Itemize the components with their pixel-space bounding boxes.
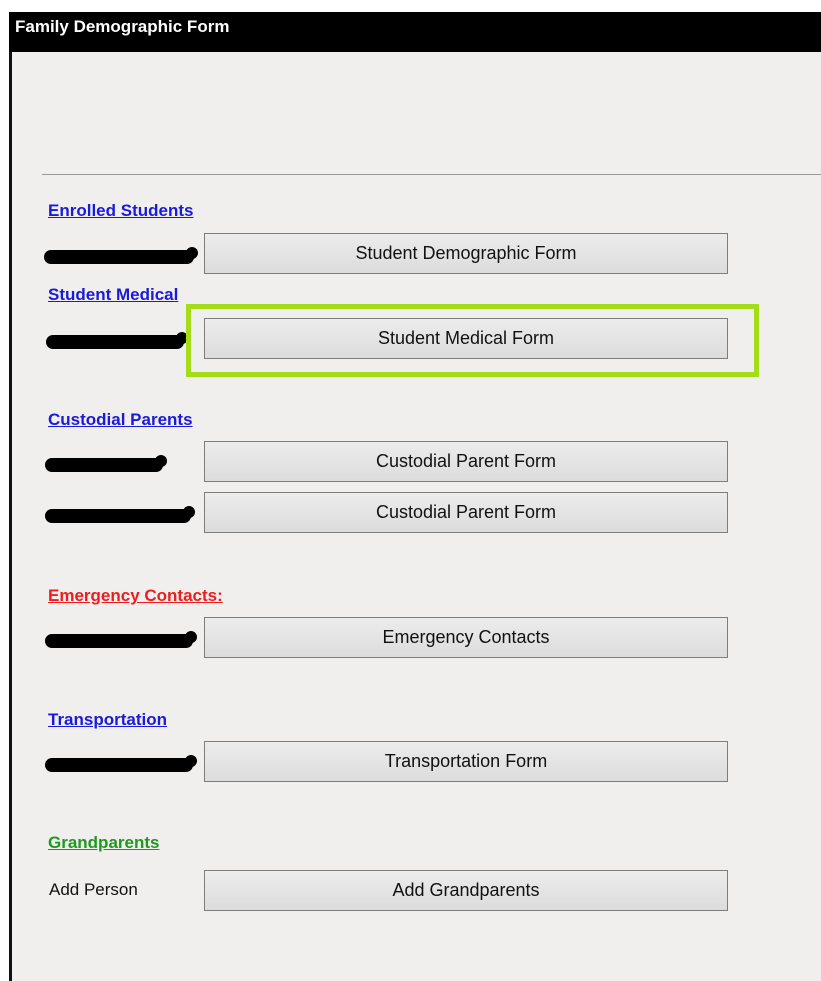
student-medical-form-button[interactable]: Student Medical Form	[204, 318, 728, 359]
grandparents-link[interactable]: Grandparents	[48, 833, 159, 853]
student-medical-link[interactable]: Student Medical	[48, 285, 178, 305]
redacted-student-name	[46, 332, 188, 349]
redacted-student-name	[45, 755, 197, 772]
divider	[42, 174, 821, 175]
emergency-contacts-button[interactable]: Emergency Contacts	[204, 617, 728, 658]
window-title: Family Demographic Form	[9, 12, 821, 52]
redacted-parent-name	[45, 455, 167, 472]
custodial-parents-link[interactable]: Custodial Parents	[48, 410, 193, 430]
custodial-parent-form-button-1[interactable]: Custodial Parent Form	[204, 441, 728, 482]
emergency-contacts-link[interactable]: Emergency Contacts:	[48, 586, 223, 606]
redacted-parent-name	[45, 506, 195, 523]
enrolled-students-link[interactable]: Enrolled Students	[48, 201, 193, 221]
add-person-label: Add Person	[49, 880, 138, 899]
transportation-link[interactable]: Transportation	[48, 710, 167, 730]
transportation-form-button[interactable]: Transportation Form	[204, 741, 728, 782]
custodial-parent-form-button-2[interactable]: Custodial Parent Form	[204, 492, 728, 533]
redacted-contact-name	[45, 631, 197, 648]
student-demographic-form-button[interactable]: Student Demographic Form	[204, 233, 728, 274]
add-grandparents-button[interactable]: Add Grandparents	[204, 870, 728, 911]
redacted-student-name	[44, 247, 198, 264]
